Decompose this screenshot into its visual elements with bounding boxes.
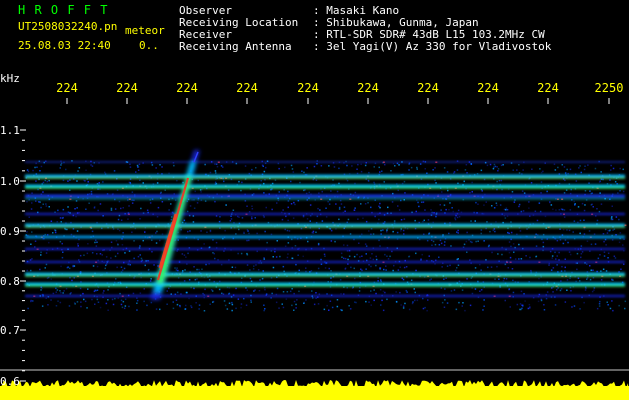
y-tick-label: 1.1 xyxy=(0,124,20,137)
spectrogram-plot: kHz 1.11.00.90.80.70.6 224 224 224 224 224 22… xyxy=(0,72,629,400)
x-tick-label: 224 xyxy=(297,81,319,95)
x-axis: 224 224 224 224 224 224 224 224 224 2250 xyxy=(56,81,624,104)
carrier-band-layer xyxy=(25,161,625,297)
x-tick-label: 224 xyxy=(417,81,439,95)
hrofft-spectrogram-window: H R O F F T UT2508032240.pn meteor 25.08… xyxy=(0,0,629,400)
y-tick-label: 0.6 xyxy=(0,375,20,388)
y-axis-unit: kHz xyxy=(0,72,20,85)
x-tick-label: 2250 xyxy=(595,81,624,95)
x-tick-label: 224 xyxy=(357,81,379,95)
x-tick-label: 224 xyxy=(176,81,198,95)
x-tick-label: 224 xyxy=(537,81,559,95)
y-tick-label: 0.8 xyxy=(0,275,20,288)
noise-floor-strip xyxy=(0,380,629,400)
noise-floor-profile xyxy=(0,380,629,400)
x-tick-label: 224 xyxy=(56,81,78,95)
y-tick-label: 1.0 xyxy=(0,175,20,188)
x-tick-label: 224 xyxy=(236,81,258,95)
x-tick-label: 224 xyxy=(116,81,138,95)
y-axis: kHz 1.1 1.0 0.9 0.8 0.7 0.6 xyxy=(0,72,26,388)
y-tick-label: 0.9 xyxy=(0,225,20,238)
x-tick-label: 224 xyxy=(477,81,499,95)
y-tick-label: 0.7 xyxy=(0,324,20,337)
